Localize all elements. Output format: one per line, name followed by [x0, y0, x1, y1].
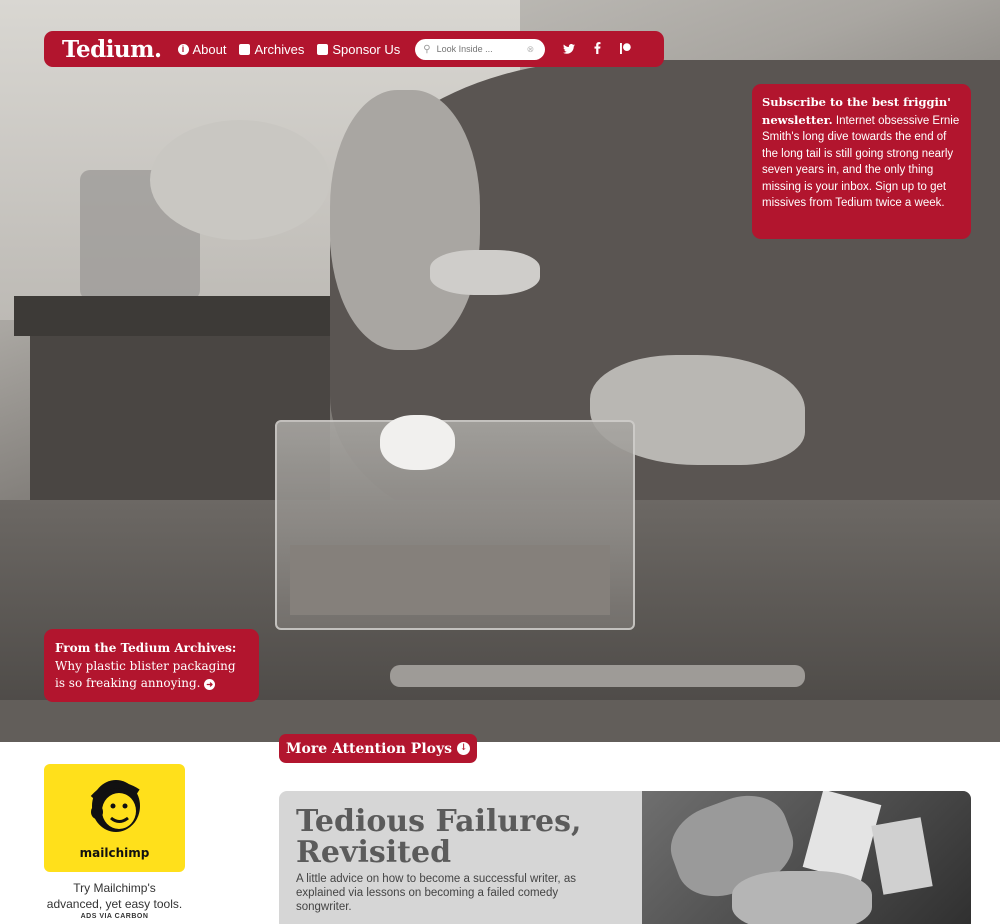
search-icon: ⚲	[423, 43, 431, 55]
ads-via-carbon[interactable]: ADS VIA CARBON	[44, 913, 185, 920]
archives-promo: From the Tedium Archives: Why plastic bl…	[44, 629, 259, 702]
nav-sponsor-us[interactable]: Sponsor Us	[317, 42, 400, 57]
top-nav-bar: Tedium. i About Archives Sponsor Us ⚲ ⊗	[44, 31, 664, 67]
feature-card[interactable]: Tedious Failures, Revisited A little adv…	[279, 791, 971, 924]
newsletter-promo-text: Internet obsessive Ernie Smith's long di…	[762, 114, 960, 210]
newsletter-promo[interactable]: Subscribe to the best friggin' newslette…	[752, 84, 971, 239]
ad-text[interactable]: Try Mailchimp's advanced, yet easy tools…	[44, 880, 185, 912]
mailchimp-freddie-icon	[90, 780, 140, 832]
archives-link[interactable]: Why plastic blister packaging is so frea…	[55, 659, 236, 690]
mailchimp-ad-image[interactable]: mailchimp	[44, 764, 185, 872]
nav-archives[interactable]: Archives	[239, 42, 304, 57]
nav-sponsor-label: Sponsor Us	[332, 41, 401, 57]
arrow-right-icon: ➜	[204, 679, 216, 690]
feature-description: A little advice on how to become a succe…	[296, 873, 576, 913]
info-icon: i	[177, 43, 189, 55]
feature-image[interactable]	[642, 791, 971, 924]
feature-title[interactable]: Tedious Failures, Revisited	[296, 806, 626, 868]
nav-about-label: About	[192, 41, 227, 57]
archive-box-icon	[239, 43, 251, 55]
search-box: ⚲ ⊗	[415, 38, 546, 60]
archives-heading: From the Tedium Archives:	[55, 641, 237, 655]
search-input[interactable]	[436, 44, 527, 54]
nav-about[interactable]: i About	[177, 41, 227, 57]
document-icon	[317, 43, 329, 55]
patreon-icon[interactable]	[611, 42, 639, 57]
arrow-down-icon: ↓	[457, 742, 470, 755]
clear-search-icon[interactable]: ⊗	[527, 44, 535, 55]
twitter-icon[interactable]	[555, 42, 583, 57]
site-logo[interactable]: Tedium.	[62, 36, 162, 63]
mailchimp-wordmark: mailchimp	[79, 846, 150, 860]
facebook-icon[interactable]	[583, 41, 611, 57]
more-attention-ploys-button[interactable]: More Attention Ploys ↓	[279, 734, 477, 763]
nav-archives-label: Archives	[254, 41, 305, 57]
more-attention-ploys-label: More Attention Ploys	[285, 740, 452, 757]
